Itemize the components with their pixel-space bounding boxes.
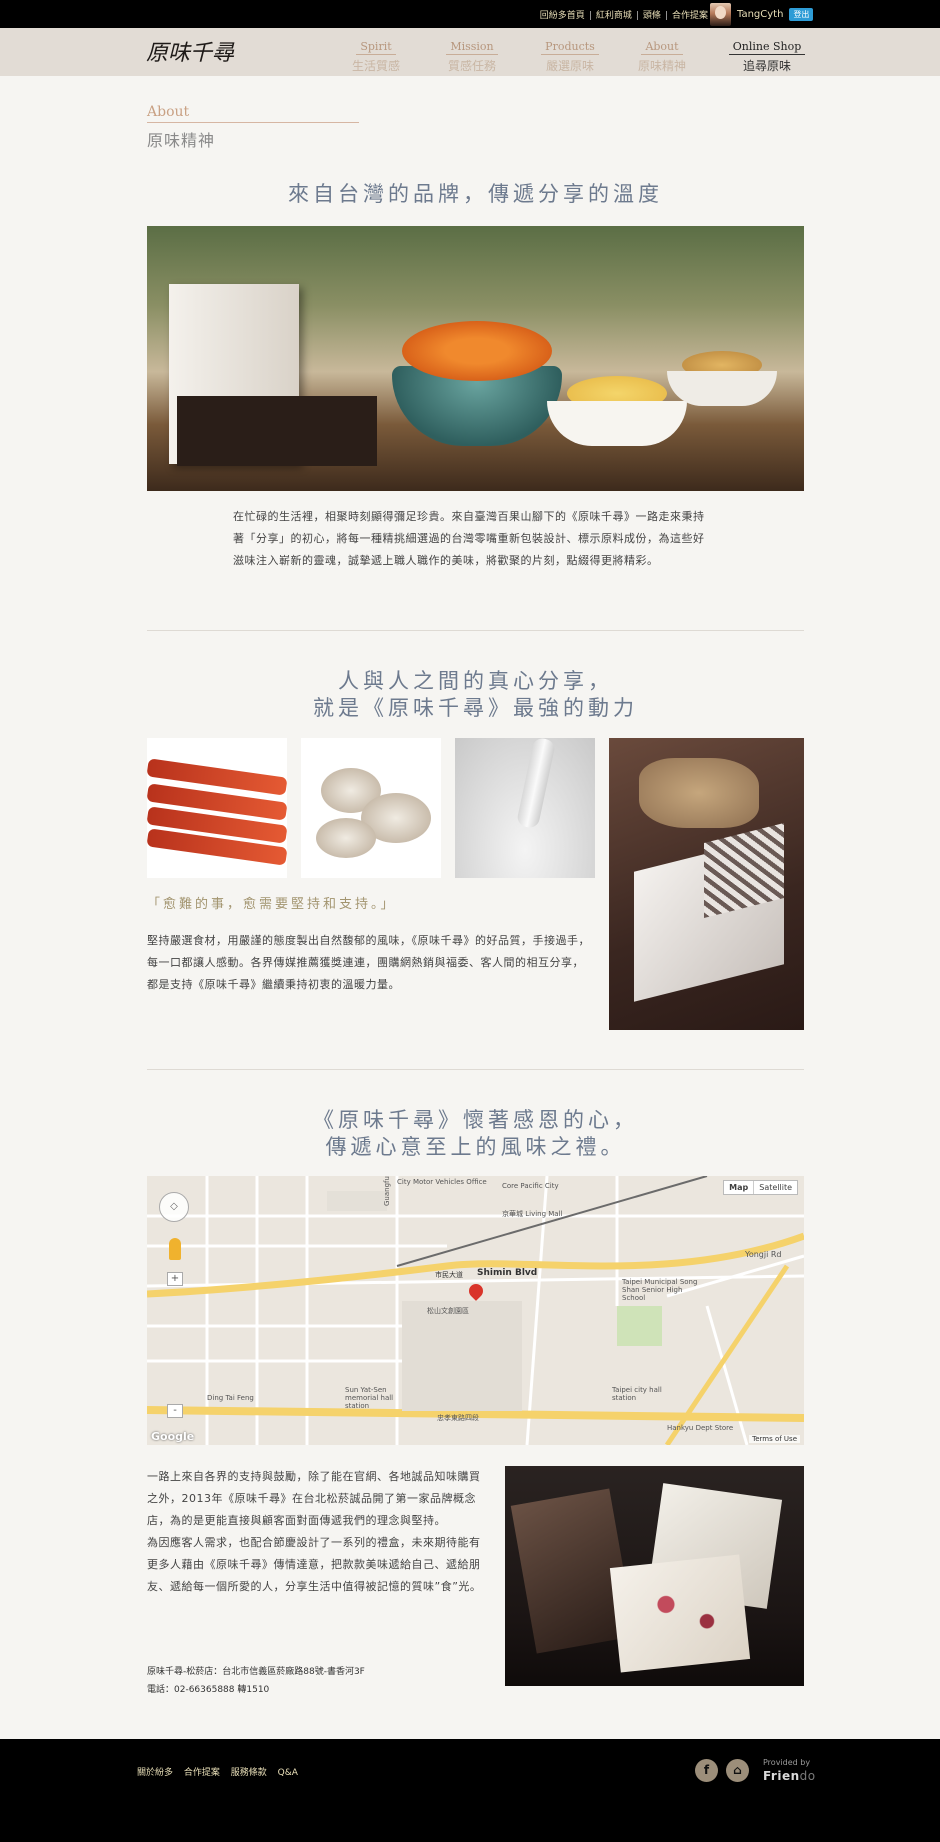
top-link-cooperation[interactable]: 合作提案 xyxy=(672,11,708,21)
headline-gratitude: 《原味千尋》懷著感恩的心， 傳遞心意至上的風味之禮。 xyxy=(147,1107,804,1161)
top-link-headline[interactable]: 頭條 xyxy=(643,11,661,21)
map-zoom-out-button[interactable]: - xyxy=(167,1404,183,1418)
map-type-map[interactable]: Map xyxy=(724,1181,755,1194)
main-nav: 原味千尋 Spirit 生活質感 Mission 質感任務 Products 嚴… xyxy=(0,28,940,76)
photo-mushrooms xyxy=(301,738,441,878)
nav-item-products[interactable]: Products 嚴選原味 xyxy=(525,35,615,74)
nav-item-about-zh: 原味精神 xyxy=(637,59,686,73)
map-label-songshan-park: 松山文創園區 xyxy=(427,1307,469,1315)
provided-by-label: Provided by xyxy=(763,1758,811,1767)
footer-link-qa[interactable]: Q&A xyxy=(278,1768,298,1778)
nav-item-mission-zh: 質感任務 xyxy=(447,59,496,73)
top-links: 回紛多首頁 | 紅利商城 | 頭條 | 合作提案 xyxy=(539,11,708,21)
footer-link-cooperation[interactable]: 合作提案 xyxy=(184,1768,220,1778)
hero-photo-snacks xyxy=(147,226,804,491)
headline-sharing-line2: 就是《原味千尋》最強的動力 xyxy=(313,696,638,720)
map-pan-control[interactable]: ◇ xyxy=(159,1192,189,1222)
map-type-toggle: Map Satellite xyxy=(723,1180,798,1195)
map-label-songshan-school: Taipei Municipal Song Shan Senior High S… xyxy=(622,1278,698,1302)
footer-link-about[interactable]: 關於紛多 xyxy=(137,1768,173,1778)
footer-link-terms[interactable]: 服務條款 xyxy=(231,1768,267,1778)
facebook-icon[interactable]: f xyxy=(695,1759,718,1782)
intro-paragraph: 在忙碌的生活裡，相聚時刻顯得彌足珍貴。來自臺灣百果山腳下的《原味千尋》一路走來秉… xyxy=(233,510,705,567)
map-label-sun-yatsen-station: Sun Yat-Sen memorial hall station xyxy=(345,1386,394,1410)
user-box: TangCyth 登出 xyxy=(710,2,814,26)
friendo-logo-main: Frien xyxy=(763,1769,800,1783)
section-title-en: About xyxy=(147,104,190,120)
map-label-dingtai: Ding Tai Feng xyxy=(207,1394,254,1402)
store-map[interactable]: Map Satellite ◇ + - Core Pacific City 京華… xyxy=(147,1176,804,1445)
headline-sharing-line1: 人與人之間的真心分享， xyxy=(338,669,613,693)
section-divider xyxy=(147,630,804,631)
svg-text:原味千尋: 原味千尋 xyxy=(146,41,235,66)
nav-item-online-shop[interactable]: Online Shop 追尋原味 xyxy=(722,35,812,74)
nav-item-spirit-en: Spirit xyxy=(356,40,396,55)
nav-item-mission[interactable]: Mission 質感任務 xyxy=(427,35,517,74)
map-roads xyxy=(147,1176,804,1445)
top-link-home[interactable]: 回紛多首頁 xyxy=(540,11,585,21)
nav-item-spirit[interactable]: Spirit 生活質感 xyxy=(331,35,421,74)
google-logo: Google xyxy=(151,1430,195,1443)
store-phone: 電話：02-66365888 轉1510 xyxy=(147,1685,270,1695)
section-title-zh: 原味精神 xyxy=(147,131,216,150)
map-label-core-pacific: Core Pacific City xyxy=(502,1182,559,1190)
avatar[interactable] xyxy=(710,2,731,26)
quality-paragraph: 堅持嚴選食材，用嚴謹的態度製出自然馥郁的風味，《原味千尋》的好品質，手接過手，每… xyxy=(147,934,590,991)
street-view-pegman-icon[interactable] xyxy=(169,1238,181,1260)
map-label-yongji: Yongji Rd xyxy=(745,1250,782,1259)
map-label-city-hall-station: Taipei city hall station xyxy=(612,1386,662,1402)
footer-links: 關於紛多 合作提案 服務條款 Q&A xyxy=(137,1765,306,1778)
headline-sharing: 人與人之間的真心分享， 就是《原味千尋》最強的動力 xyxy=(147,668,804,722)
store-paragraph: 一路上來自各界的支持與鼓勵，除了能在官網、各地誠品知味購買之外，2013年《原味… xyxy=(147,1466,491,1598)
map-label-zhongxiao: 忠孝東路四段 xyxy=(437,1414,479,1422)
headline-gratitude-line2: 傳遞心意至上的風味之禮。 xyxy=(325,1135,626,1159)
map-label-hankyu: Hankyu Dept Store xyxy=(667,1424,734,1432)
nav-item-online-shop-zh: 追尋原味 xyxy=(742,59,791,73)
friendo-logo-tail: do xyxy=(799,1769,816,1783)
quote: 「愈難的事，愈需要堅持和支持。」 xyxy=(147,897,397,912)
store-paragraph-2: 為因應客人需求，也配合節慶設計了一系列的禮盒，未來期待能有更多人藉由《原味千尋》… xyxy=(147,1536,482,1593)
map-zoom-in-button[interactable]: + xyxy=(167,1272,183,1286)
headline-gratitude-line1: 《原味千尋》懷著感恩的心， xyxy=(313,1108,638,1132)
friendo-logo[interactable]: Friendo xyxy=(763,1769,816,1783)
map-label-shimin-blvd: Shimin Blvd xyxy=(477,1268,538,1278)
map-type-satellite[interactable]: Satellite xyxy=(754,1181,797,1194)
map-label-vehicles-office: City Motor Vehicles Office xyxy=(397,1178,487,1186)
user-name[interactable]: TangCyth xyxy=(737,9,783,20)
map-label-living-mall: 京華城 Living Mall xyxy=(502,1210,563,1218)
photo-milk xyxy=(455,738,595,878)
nav-item-online-shop-en: Online Shop xyxy=(728,40,806,55)
section-divider xyxy=(147,1069,804,1070)
nav-item-mission-en: Mission xyxy=(446,40,498,55)
brand-logo[interactable]: 原味千尋 xyxy=(146,34,246,68)
map-terms-link[interactable]: Terms of Use xyxy=(749,1435,800,1443)
store-address: 原味千尋-松菸店：台北市信義區菸廠路88號-書香河3F xyxy=(147,1667,365,1677)
nav-item-products-zh: 嚴選原味 xyxy=(545,59,594,73)
footer: 關於紛多 合作提案 服務條款 Q&A f ⌂ Provided by Frien… xyxy=(0,1739,940,1842)
section-underline xyxy=(147,122,359,123)
nav-item-about-en: About xyxy=(641,40,683,55)
nav-item-about[interactable]: About 原味精神 xyxy=(617,35,707,74)
top-bar: 回紛多首頁 | 紅利商城 | 頭條 | 合作提案 TangCyth 登出 xyxy=(0,0,940,28)
store-paragraph-1: 一路上來自各界的支持與鼓勵，除了能在官網、各地誠品知味購買之外，2013年《原味… xyxy=(147,1470,481,1527)
photo-dried-meat xyxy=(147,738,287,878)
map-label-guangfu: Guangfu South Rd xyxy=(383,1176,391,1206)
map-label-shimin-zh: 市民大道 xyxy=(435,1271,463,1279)
nav-item-products-en: Products xyxy=(541,40,599,55)
top-link-bonus-mall[interactable]: 紅利商城 xyxy=(596,11,632,21)
logout-button[interactable]: 登出 xyxy=(789,7,814,21)
home-icon[interactable]: ⌂ xyxy=(726,1759,749,1782)
photo-gift-box xyxy=(609,738,804,1030)
nav-item-spirit-zh: 生活質感 xyxy=(351,59,400,73)
photo-gift-boxes-display xyxy=(505,1466,804,1686)
headline-brand: 來自台灣的品牌，傳遞分享的溫度 xyxy=(288,182,663,206)
